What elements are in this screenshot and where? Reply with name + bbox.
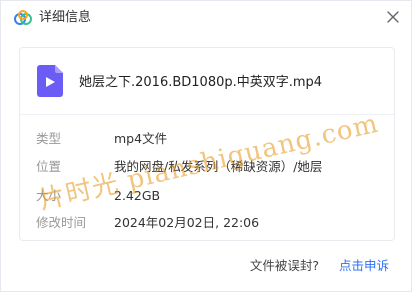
detail-value: mp4文件 xyxy=(114,131,168,146)
close-icon[interactable] xyxy=(383,7,403,27)
footer: 文件被误封? 点击申诉 xyxy=(250,258,389,274)
detail-label: 位置 xyxy=(36,159,62,174)
file-info-card: 她层之下.2016.BD1080p.中英双字.mp4 类型 mp4文件 位置 我… xyxy=(19,47,395,241)
detail-value: 2.42GB xyxy=(114,188,161,203)
video-file-icon xyxy=(37,65,63,97)
detail-row-size: 大小 2.42GB xyxy=(20,187,394,205)
appeal-link[interactable]: 点击申诉 xyxy=(339,258,389,273)
detail-row-location: 位置 我的网盘/私发系列（稀缺资源）/她层 xyxy=(20,158,394,176)
file-name: 她层之下.2016.BD1080p.中英双字.mp4 xyxy=(79,75,323,90)
file-details-dialog: 详细信息 她层之下.2016.BD1080p.中英双字.mp4 类型 mp4文件… xyxy=(0,0,412,292)
title-bar: 详细信息 xyxy=(1,1,411,35)
detail-value: 2024年02月02日, 22:06 xyxy=(114,215,260,230)
detail-label: 修改时间 xyxy=(36,215,87,230)
detail-label: 大小 xyxy=(36,188,62,203)
detail-label: 类型 xyxy=(36,131,62,146)
detail-row-type: 类型 mp4文件 xyxy=(20,130,394,148)
cloud-logo-icon xyxy=(14,10,32,25)
dialog-title: 详细信息 xyxy=(39,10,92,25)
detail-row-modified: 修改时间 2024年02月02日, 22:06 xyxy=(20,214,394,232)
detail-value: 我的网盘/私发系列（稀缺资源）/她层 xyxy=(114,159,323,174)
divider xyxy=(20,114,394,115)
blocked-file-question: 文件被误封? xyxy=(249,258,319,273)
